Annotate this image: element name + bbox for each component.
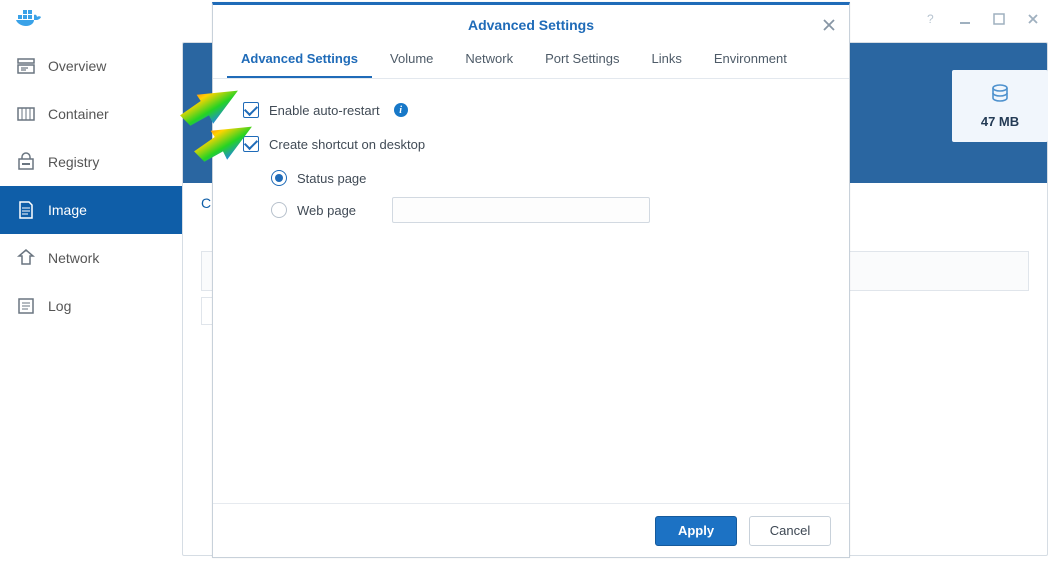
container-icon xyxy=(16,104,36,124)
row-web-page: Web page xyxy=(271,195,823,225)
minimize-button[interactable] xyxy=(948,5,982,33)
sidebar-item-network[interactable]: Network xyxy=(0,234,182,282)
dialog-form: Enable auto-restart i Create shortcut on… xyxy=(213,79,849,225)
tab-volume[interactable]: Volume xyxy=(376,43,447,78)
tab-label: Environment xyxy=(714,51,787,66)
size-tile: 47 MB xyxy=(952,70,1048,142)
tab-environment[interactable]: Environment xyxy=(700,43,801,78)
dialog-footer: Apply Cancel xyxy=(213,503,849,557)
database-icon xyxy=(989,83,1011,108)
help-button[interactable]: ? xyxy=(914,5,948,33)
web-page-url-input[interactable] xyxy=(392,197,650,223)
tab-port-settings[interactable]: Port Settings xyxy=(531,43,633,78)
svg-text:?: ? xyxy=(927,12,934,26)
sidebar-item-registry[interactable]: Registry xyxy=(0,138,182,186)
row-status-page: Status page xyxy=(271,163,823,193)
button-label: Cancel xyxy=(770,523,810,538)
enable-auto-restart-checkbox[interactable] xyxy=(243,102,259,118)
sidebar-item-overview[interactable]: Overview xyxy=(0,42,182,90)
tab-label: Advanced Settings xyxy=(241,51,358,66)
sidebar: Overview Container Registry Image Networ… xyxy=(0,38,182,566)
tab-label: Port Settings xyxy=(545,51,619,66)
sidebar-item-label: Registry xyxy=(48,154,99,170)
advanced-settings-dialog: Advanced Settings Advanced Settings Volu… xyxy=(212,2,850,558)
sidebar-item-label: Network xyxy=(48,250,99,266)
web-page-label: Web page xyxy=(297,203,356,218)
overview-icon xyxy=(16,56,36,76)
web-page-radio[interactable] xyxy=(271,202,287,218)
sidebar-item-label: Log xyxy=(48,298,71,314)
network-icon xyxy=(16,248,36,268)
app-window: ? Overview Container Registry Image xyxy=(0,0,1058,566)
sidebar-item-label: Container xyxy=(48,106,109,122)
docker-logo-icon xyxy=(14,7,42,32)
log-icon xyxy=(16,296,36,316)
tab-links[interactable]: Links xyxy=(638,43,696,78)
status-page-label: Status page xyxy=(297,171,366,186)
row-enable-auto-restart: Enable auto-restart i xyxy=(243,95,823,125)
enable-auto-restart-label: Enable auto-restart xyxy=(269,103,380,118)
tab-label: Links xyxy=(652,51,682,66)
cancel-button[interactable]: Cancel xyxy=(749,516,831,546)
dialog-tabs: Advanced Settings Volume Network Port Se… xyxy=(213,45,849,79)
button-label: Apply xyxy=(678,523,714,538)
status-page-radio[interactable] xyxy=(271,170,287,186)
size-value: 47 MB xyxy=(981,114,1019,129)
registry-icon xyxy=(16,152,36,172)
tab-label: Network xyxy=(465,51,513,66)
dialog-close-button[interactable] xyxy=(819,15,839,35)
list-row-fragment: C xyxy=(201,195,211,211)
maximize-button[interactable] xyxy=(982,5,1016,33)
sidebar-item-log[interactable]: Log xyxy=(0,282,182,330)
tab-network[interactable]: Network xyxy=(451,43,527,78)
info-icon[interactable]: i xyxy=(394,103,408,117)
dialog-header: Advanced Settings xyxy=(213,5,849,45)
sidebar-item-label: Overview xyxy=(48,58,106,74)
image-icon xyxy=(16,200,36,220)
apply-button[interactable]: Apply xyxy=(655,516,737,546)
close-button[interactable] xyxy=(1016,5,1050,33)
dialog-title: Advanced Settings xyxy=(468,17,594,33)
sidebar-item-container[interactable]: Container xyxy=(0,90,182,138)
row-create-shortcut: Create shortcut on desktop xyxy=(243,129,823,159)
tab-label: Volume xyxy=(390,51,433,66)
create-shortcut-label: Create shortcut on desktop xyxy=(269,137,425,152)
sidebar-item-image[interactable]: Image xyxy=(0,186,182,234)
tab-advanced-settings[interactable]: Advanced Settings xyxy=(227,43,372,78)
create-shortcut-checkbox[interactable] xyxy=(243,136,259,152)
sidebar-item-label: Image xyxy=(48,202,87,218)
